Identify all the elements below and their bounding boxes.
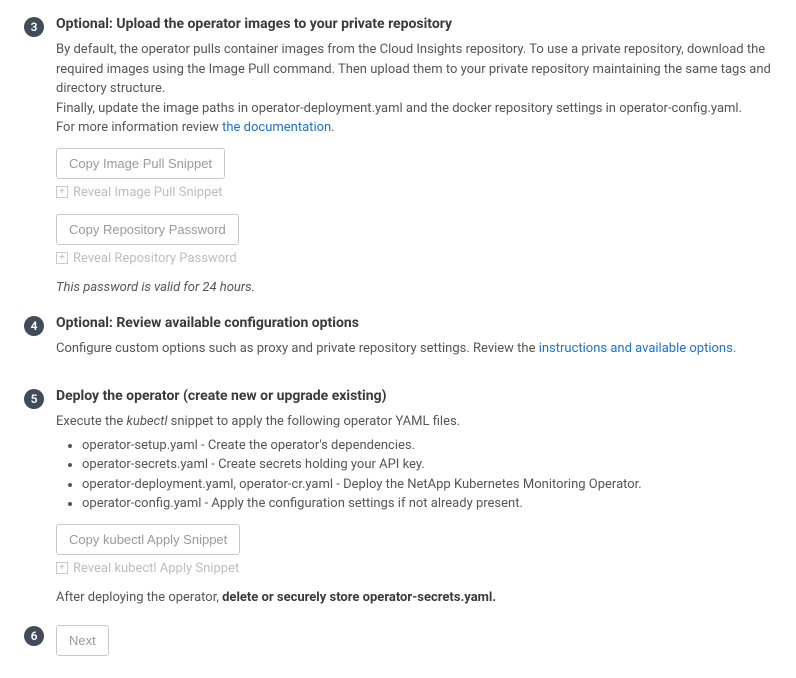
copy-repo-password-button[interactable]: Copy Repository Password	[56, 214, 239, 245]
desc-text: For more information review	[56, 120, 222, 135]
step-4: 4 Optional: Review available configurati…	[24, 315, 772, 369]
step-title: Optional: Upload the operator images to …	[56, 16, 772, 32]
desc-text: By default, the operator pulls container…	[56, 42, 771, 96]
copy-kubectl-apply-button[interactable]: Copy kubectl Apply Snippet	[56, 524, 240, 555]
step-body: Optional: Upload the operator images to …	[56, 16, 772, 295]
desc-text: Execute the	[56, 414, 126, 429]
desc-text: After deploying the operator,	[56, 590, 222, 605]
step-6: 6 Next	[24, 625, 772, 662]
kubectl-word: kubectl	[126, 414, 167, 429]
desc-text: snippet to apply the following operator …	[167, 414, 460, 429]
desc-text: .	[331, 120, 334, 135]
step-description: Configure custom options such as proxy a…	[56, 339, 772, 359]
reveal-label: Reveal kubectl Apply Snippet	[73, 561, 239, 576]
step-3: 3 Optional: Upload the operator images t…	[24, 16, 772, 295]
reveal-kubectl-apply-toggle[interactable]: + Reveal kubectl Apply Snippet	[56, 561, 772, 576]
step-description: By default, the operator pulls container…	[56, 40, 772, 138]
password-validity-note: This password is valid for 24 hours.	[56, 280, 772, 295]
yaml-file-list: operator-setup.yaml - Create the operato…	[56, 436, 772, 514]
step-number-badge: 6	[24, 626, 44, 646]
step-body: Next	[56, 625, 772, 662]
desc-text: Finally, update the image paths in opera…	[56, 101, 742, 116]
next-button[interactable]: Next	[56, 625, 109, 656]
reveal-repo-password-toggle[interactable]: + Reveal Repository Password	[56, 251, 772, 266]
copy-image-pull-button[interactable]: Copy Image Pull Snippet	[56, 148, 225, 179]
list-item: operator-config.yaml - Apply the configu…	[82, 494, 772, 514]
documentation-link[interactable]: the documentation	[222, 120, 331, 135]
desc-text: .	[733, 341, 736, 356]
list-item: operator-deployment.yaml, operator-cr.ya…	[82, 475, 772, 495]
expand-icon: +	[56, 562, 68, 574]
step-number-badge: 4	[24, 316, 44, 336]
expand-icon: +	[56, 252, 68, 264]
list-item: operator-secrets.yaml - Create secrets h…	[82, 455, 772, 475]
reveal-label: Reveal Repository Password	[73, 251, 237, 266]
step-number-badge: 5	[24, 389, 44, 409]
step-body: Deploy the operator (create new or upgra…	[56, 388, 772, 605]
expand-icon: +	[56, 186, 68, 198]
step-number-badge: 3	[24, 17, 44, 37]
desc-text: Configure custom options such as proxy a…	[56, 341, 539, 356]
secure-store-warning: delete or securely store operator-secret…	[222, 590, 496, 605]
step-body: Optional: Review available configuration…	[56, 315, 772, 369]
after-deploy-note: After deploying the operator, delete or …	[56, 590, 772, 605]
reveal-image-pull-toggle[interactable]: + Reveal Image Pull Snippet	[56, 185, 772, 200]
step-5: 5 Deploy the operator (create new or upg…	[24, 388, 772, 605]
instructions-link[interactable]: instructions and available options	[539, 341, 733, 356]
list-item: operator-setup.yaml - Create the operato…	[82, 436, 772, 456]
reveal-label: Reveal Image Pull Snippet	[73, 185, 223, 200]
step-title: Deploy the operator (create new or upgra…	[56, 388, 772, 404]
step-title: Optional: Review available configuration…	[56, 315, 772, 331]
step-description: Execute the kubectl snippet to apply the…	[56, 412, 772, 432]
